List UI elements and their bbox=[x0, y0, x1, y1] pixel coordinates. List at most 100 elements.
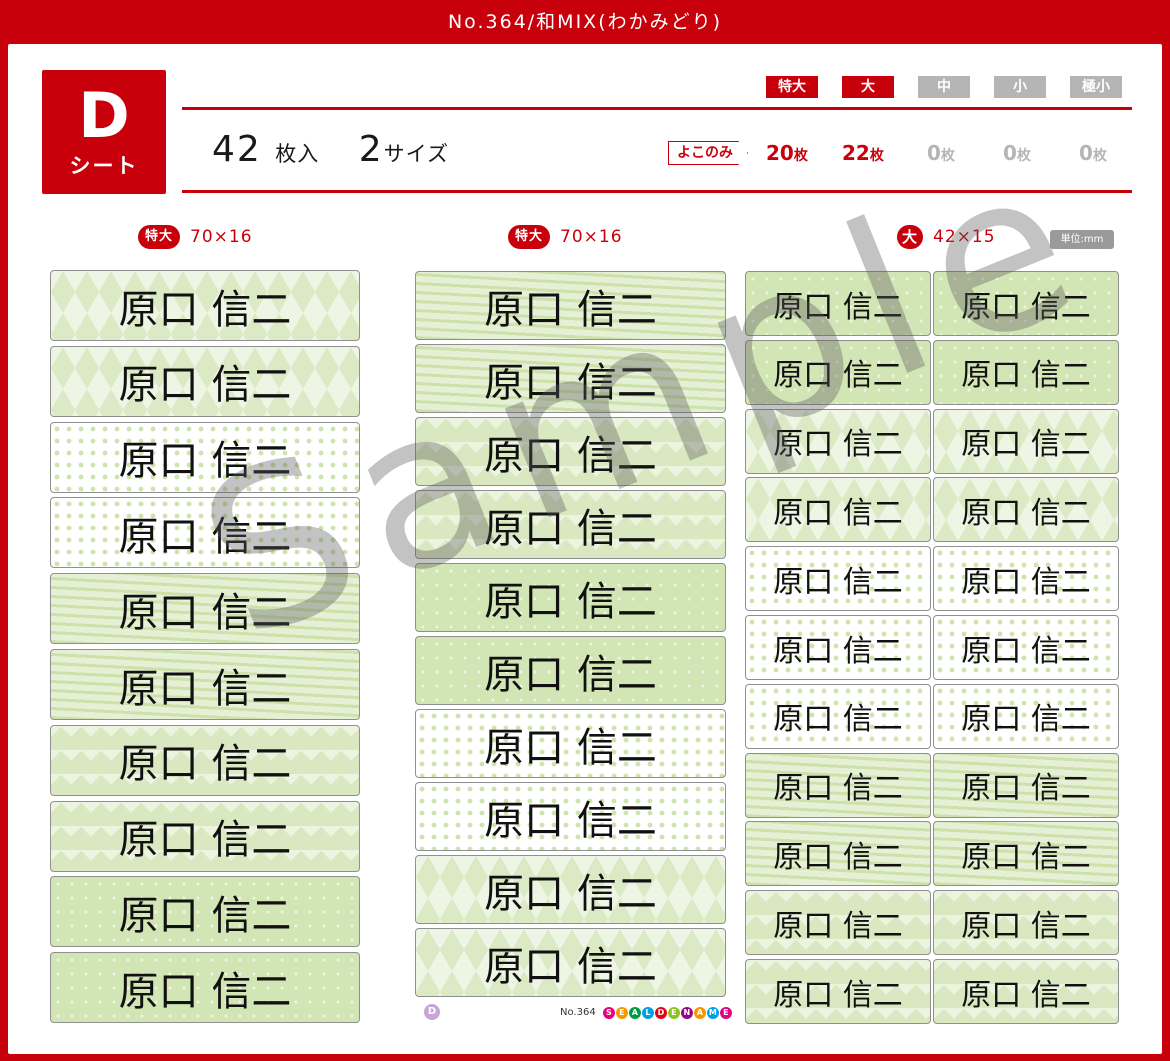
name-label-text: 原口 信二 bbox=[961, 358, 1091, 394]
qty-s-unit: 枚 bbox=[1016, 148, 1031, 164]
header-rule-bottom bbox=[182, 190, 1132, 193]
name-label: 原口 信二 bbox=[415, 709, 726, 778]
product-number: No.364 bbox=[560, 1007, 596, 1018]
name-label: 原口 信二 bbox=[933, 890, 1119, 956]
sheet-letter: D bbox=[78, 79, 130, 152]
name-label-text: 原口 信二 bbox=[118, 892, 292, 939]
name-label-text: 原口 信二 bbox=[773, 908, 903, 944]
size-tab-xl[interactable]: 特大 bbox=[766, 76, 818, 98]
name-label: 原口 信二 bbox=[933, 271, 1119, 336]
name-label: 原口 信二 bbox=[933, 477, 1119, 543]
size-tab-m[interactable]: 中 bbox=[918, 76, 970, 98]
name-label-text: 原口 信二 bbox=[484, 724, 657, 771]
name-label: 原口 信二 bbox=[933, 408, 1119, 474]
name-label: 原口 信二 bbox=[745, 339, 931, 405]
count-unit: 枚入 bbox=[275, 142, 320, 166]
name-label-text: 原口 信二 bbox=[961, 771, 1091, 807]
name-label: 原口 信二 bbox=[415, 636, 726, 705]
name-label: 原口 信二 bbox=[50, 573, 360, 645]
name-label: 原口 信二 bbox=[415, 271, 726, 340]
name-label-text: 原口 信二 bbox=[484, 797, 657, 844]
name-label: 原口 信二 bbox=[415, 563, 726, 632]
unit-note: 単位:mm bbox=[1050, 230, 1114, 249]
name-label: 原口 信二 bbox=[50, 952, 360, 1024]
yoko-only-tag: よこのみ bbox=[668, 141, 748, 165]
sheet-d-badge: D bbox=[424, 1004, 440, 1020]
qty-xl-number: 20 bbox=[766, 141, 794, 165]
name-label-text: 原口 信二 bbox=[773, 839, 903, 875]
name-label: 原口 信二 bbox=[933, 959, 1119, 1024]
qty-m: 0枚 bbox=[927, 140, 955, 169]
sheet-badge: D シート bbox=[42, 70, 166, 194]
name-label: 原口 信二 bbox=[745, 683, 931, 749]
brand-letter: A bbox=[693, 1007, 706, 1019]
qty-m-number: 0 bbox=[927, 141, 941, 165]
qty-xs-unit: 枚 bbox=[1092, 148, 1107, 164]
brand-footer: No.364 SEALDENAME bbox=[560, 1006, 733, 1020]
name-label: 原口 信二 bbox=[745, 477, 931, 543]
name-label-text: 原口 信二 bbox=[484, 286, 657, 333]
name-label-text: 原口 信二 bbox=[118, 968, 292, 1015]
name-label: 原口 信二 bbox=[50, 421, 360, 493]
size-tab-s[interactable]: 小 bbox=[994, 76, 1046, 98]
brand-letter: N bbox=[680, 1007, 693, 1019]
name-label: 原口 信二 bbox=[745, 959, 931, 1024]
qty-l: 22枚 bbox=[842, 140, 884, 169]
brand-letter: M bbox=[706, 1007, 719, 1019]
name-label: 原口 信二 bbox=[415, 417, 726, 486]
name-label: 原口 信二 bbox=[50, 270, 360, 341]
name-label-text: 原口 信二 bbox=[773, 977, 903, 1013]
name-label-text: 原口 信二 bbox=[118, 362, 292, 409]
name-label-text: 原口 信二 bbox=[484, 505, 657, 552]
brand-logo: SEALDENAME bbox=[602, 1006, 733, 1020]
name-label-text: 原口 信二 bbox=[484, 432, 657, 479]
size-tab-xs[interactable]: 極小 bbox=[1070, 76, 1122, 98]
column-dims: 70×16 bbox=[190, 227, 253, 247]
qty-xl-unit: 枚 bbox=[793, 148, 808, 164]
page-title: No.364/和MIX(わかみどり) bbox=[447, 11, 723, 33]
qty-xs: 0枚 bbox=[1079, 140, 1107, 169]
size-tab-l[interactable]: 大 bbox=[842, 76, 894, 98]
name-label: 原口 信二 bbox=[415, 490, 726, 559]
name-label: 原口 信二 bbox=[933, 683, 1119, 749]
brand-letter: S bbox=[602, 1007, 615, 1019]
name-label-text: 原口 信二 bbox=[118, 513, 292, 560]
name-label-text: 原口 信二 bbox=[773, 564, 903, 600]
sheet-word: シート bbox=[69, 154, 139, 178]
name-label: 原口 信二 bbox=[50, 649, 360, 720]
name-label: 原口 信二 bbox=[415, 782, 726, 851]
header-rule-top bbox=[182, 107, 1132, 110]
size-count-number: 2 bbox=[358, 129, 384, 170]
name-label-text: 原口 信二 bbox=[773, 771, 903, 807]
name-label-text: 原口 信二 bbox=[484, 651, 657, 698]
brand-letter: E bbox=[719, 1007, 732, 1019]
name-label-text: 原口 信二 bbox=[961, 289, 1091, 325]
qty-l-number: 22 bbox=[842, 141, 870, 165]
name-label-text: 原口 信二 bbox=[773, 289, 903, 325]
name-label-text: 原口 信二 bbox=[773, 427, 903, 463]
name-label-text: 原口 信二 bbox=[961, 839, 1091, 875]
name-label-text: 原口 信二 bbox=[773, 702, 903, 738]
name-label: 原口 信二 bbox=[50, 497, 360, 569]
name-label: 原口 信二 bbox=[933, 821, 1119, 887]
name-label-text: 原口 信二 bbox=[118, 817, 292, 864]
name-label: 原口 信二 bbox=[933, 546, 1119, 612]
column-dims: 42×15 bbox=[933, 227, 996, 247]
column-size-badge: 特大 bbox=[138, 225, 181, 249]
name-label-text: 原口 信二 bbox=[484, 943, 657, 990]
name-label-text: 原口 信二 bbox=[118, 665, 292, 712]
name-label-text: 原口 信二 bbox=[773, 633, 903, 669]
name-label: 原口 信二 bbox=[933, 339, 1119, 405]
name-label-text: 原口 信二 bbox=[484, 578, 657, 625]
name-label-text: 原口 信二 bbox=[118, 741, 292, 788]
name-label-text: 原口 信二 bbox=[118, 286, 292, 333]
name-label-text: 原口 信二 bbox=[773, 358, 903, 394]
name-label: 原口 信二 bbox=[933, 615, 1119, 680]
brand-letter: E bbox=[667, 1007, 680, 1019]
name-label: 原口 信二 bbox=[745, 271, 931, 336]
name-label-text: 原口 信二 bbox=[961, 977, 1091, 1013]
name-label-text: 原口 信二 bbox=[484, 870, 657, 917]
qty-s: 0枚 bbox=[1003, 140, 1031, 169]
name-label: 原口 信二 bbox=[415, 855, 726, 924]
size-count-unit: サイズ bbox=[383, 142, 449, 166]
